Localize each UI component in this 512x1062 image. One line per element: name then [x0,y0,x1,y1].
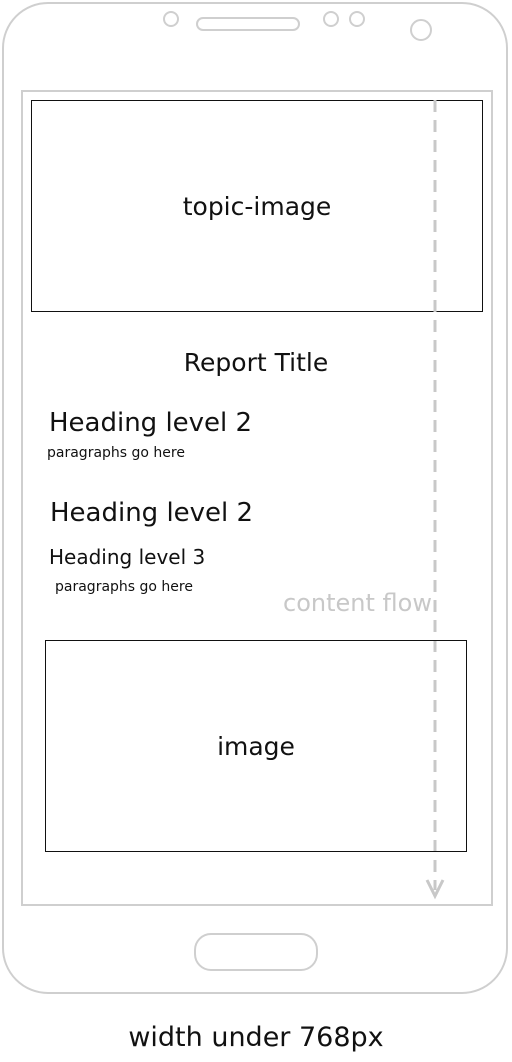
heading-level-2: Heading level 2 [50,498,254,528]
image-placeholder: image [45,640,467,852]
phone-top-details [163,11,432,41]
paragraph-placeholder: paragraphs go here [55,579,193,595]
front-camera-icon [410,19,432,41]
heading-level-3: Heading level 3 [49,545,206,569]
topic-image-placeholder: topic-image [31,100,483,312]
home-button [194,933,318,971]
heading-level-2: Heading level 2 [49,408,253,438]
width-caption: width under 768px [128,1022,384,1053]
sensor-icon [163,11,179,27]
sensor-icon [323,11,339,27]
topic-image-label: topic-image [182,191,332,221]
image-label: image [217,731,295,761]
content-flow-label: content flow [283,589,432,617]
sensor-icon [349,11,365,27]
speaker-grille [196,17,300,31]
paragraph-placeholder: paragraphs go here [47,445,185,461]
